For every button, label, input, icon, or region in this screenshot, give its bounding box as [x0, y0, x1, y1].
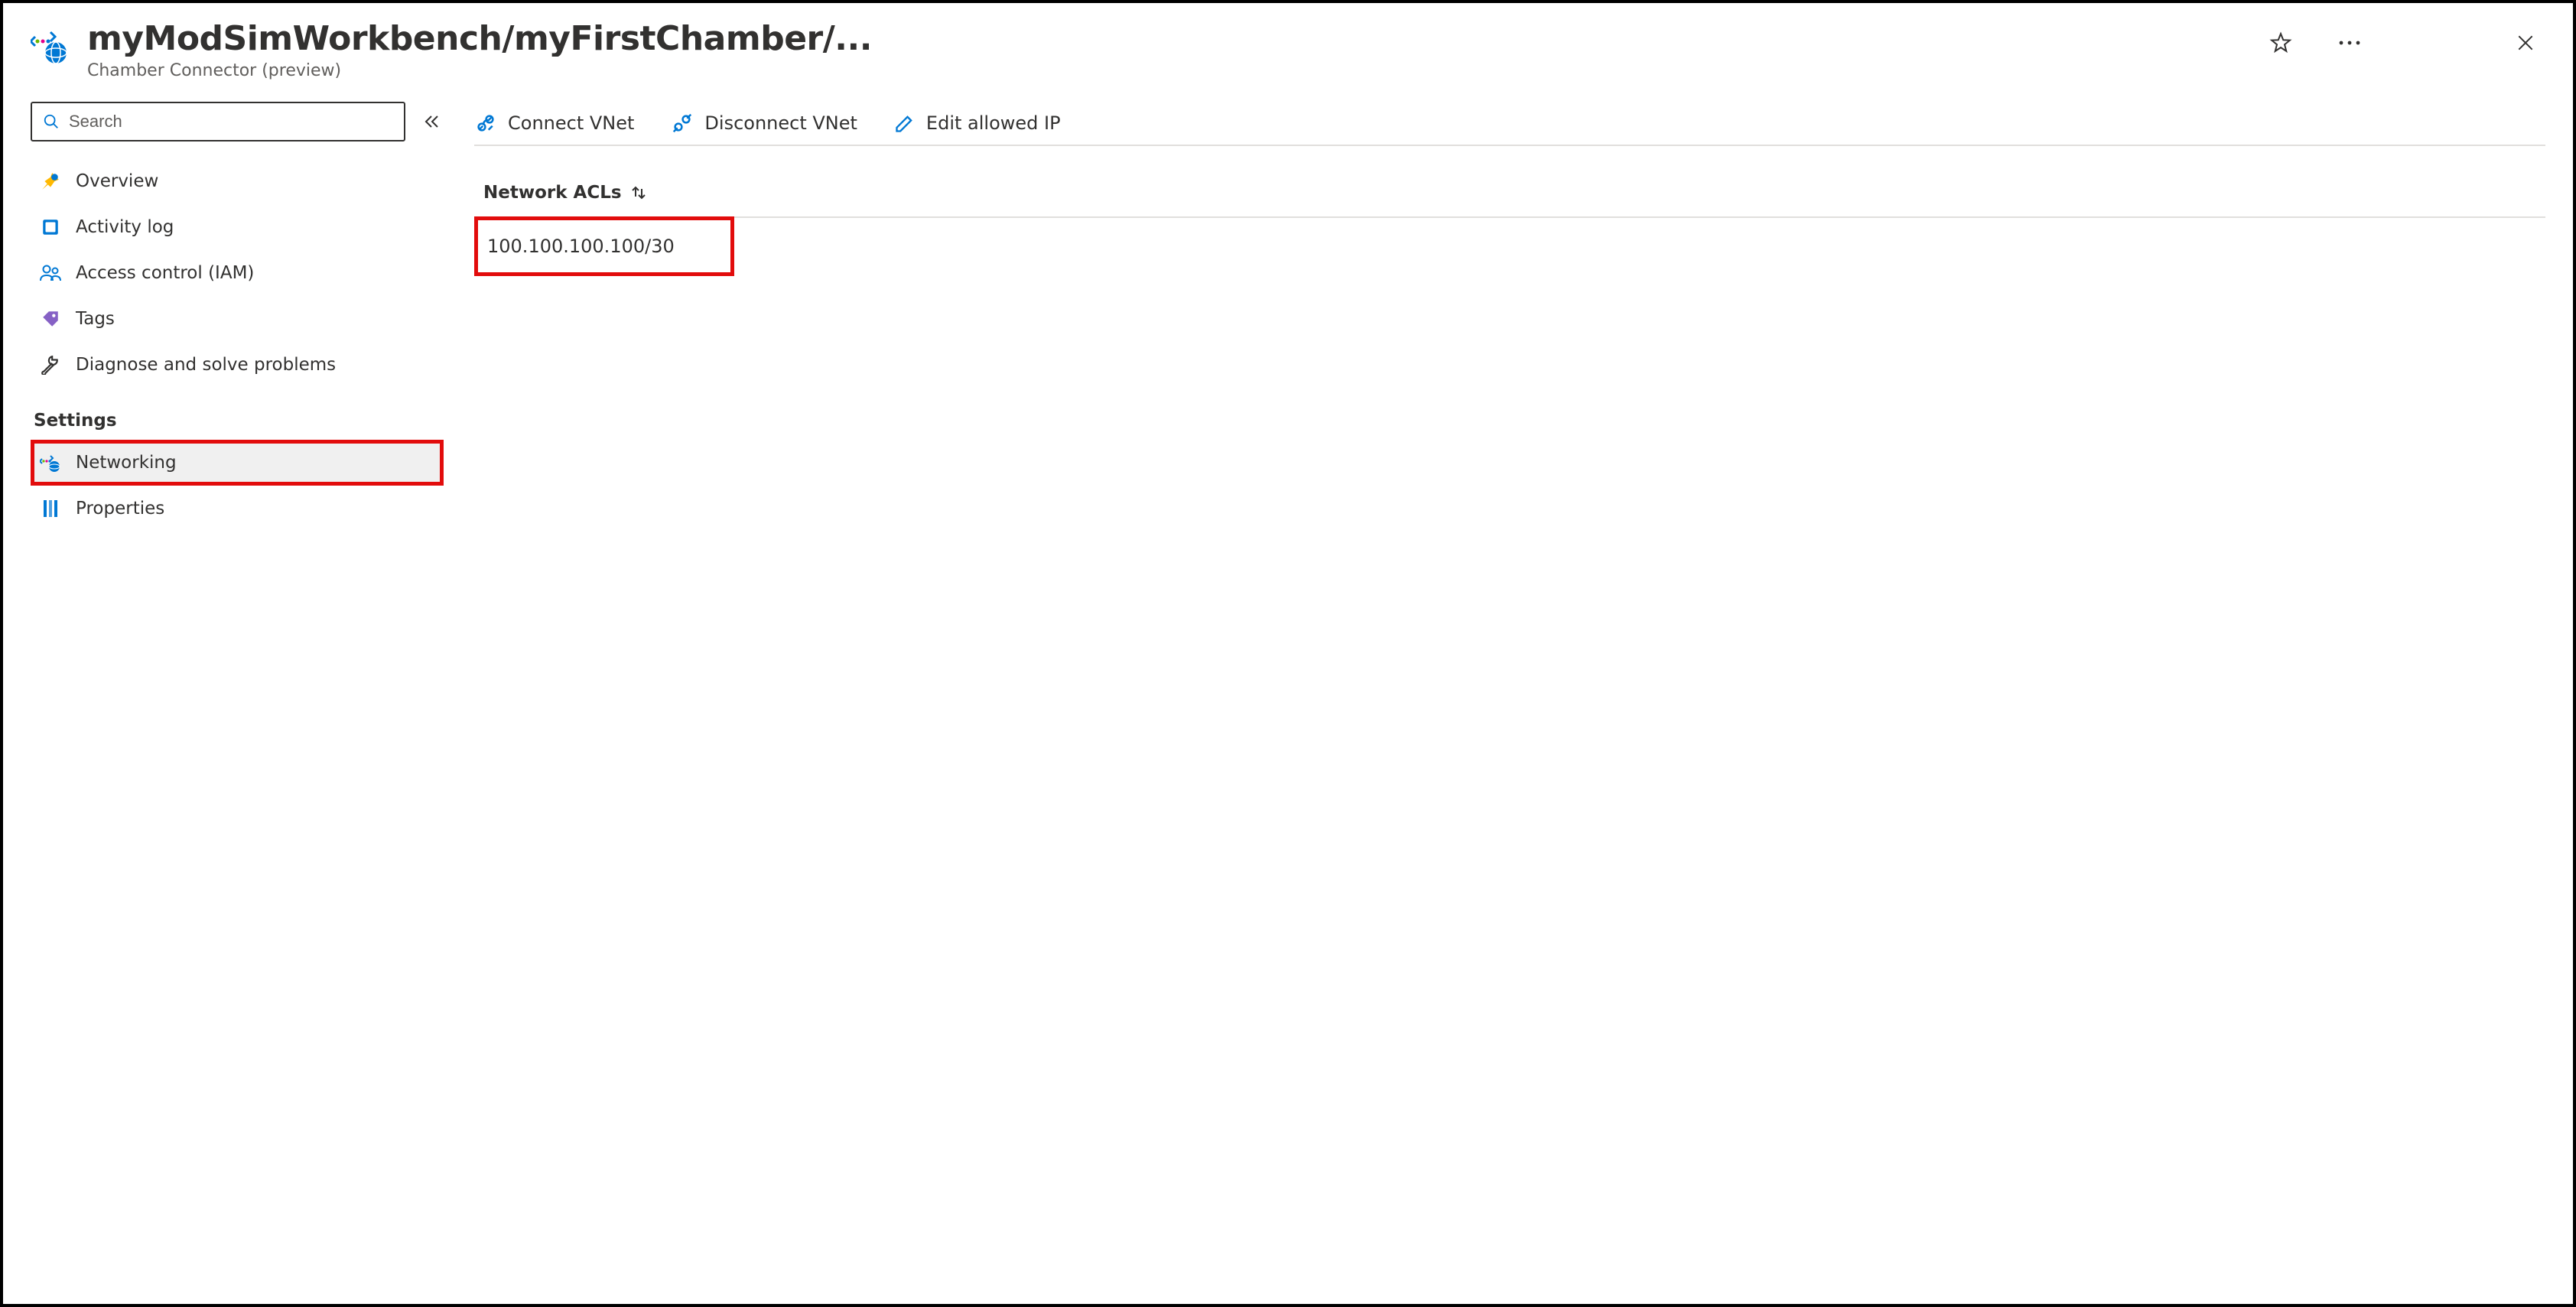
- page-title: myModSimWorkbench/myFirstChamber/...: [87, 21, 2249, 57]
- sidebar-item-overview[interactable]: Overview: [31, 158, 444, 204]
- edit-allowed-ip-button[interactable]: Edit allowed IP: [894, 112, 1061, 134]
- sidebar-item-properties[interactable]: Properties: [31, 486, 444, 532]
- resource-type-icon: [31, 26, 69, 64]
- tag-icon: [39, 307, 62, 330]
- sidebar-item-label: Activity log: [76, 217, 174, 237]
- star-icon: [2269, 31, 2292, 54]
- pencil-icon: [894, 112, 916, 134]
- search-icon: [43, 113, 60, 130]
- sort-icon: [629, 184, 648, 201]
- more-button[interactable]: [2336, 29, 2363, 57]
- search-input[interactable]: [69, 112, 393, 132]
- sidebar-item-access-control[interactable]: Access control (IAM): [31, 250, 444, 296]
- toolbar-label: Disconnect VNet: [704, 112, 857, 134]
- sidebar-item-networking[interactable]: Networking: [31, 440, 444, 486]
- sidebar-item-label: Networking: [76, 453, 177, 473]
- sidebar-item-tags[interactable]: Tags: [31, 296, 444, 342]
- favorite-button[interactable]: [2267, 29, 2295, 57]
- people-icon: [39, 262, 62, 284]
- column-header-label: Network ACLs: [483, 183, 622, 203]
- close-icon: [2516, 33, 2535, 53]
- toolbar-label: Edit allowed IP: [926, 112, 1061, 134]
- plug-connect-icon: [474, 112, 497, 135]
- pin-icon: [39, 170, 62, 193]
- sidebar-item-label: Overview: [76, 171, 158, 191]
- properties-icon: [39, 497, 62, 520]
- search-box[interactable]: [31, 102, 405, 141]
- plug-disconnect-icon: [671, 112, 694, 135]
- table-cell-network-acl: 100.100.100.100/30: [474, 216, 734, 276]
- wrench-icon: [39, 353, 62, 376]
- ellipsis-icon: [2338, 40, 2361, 46]
- toolbar-label: Connect VNet: [508, 112, 634, 134]
- collapse-sidebar-button[interactable]: [421, 110, 444, 133]
- sidebar-item-activity-log[interactable]: Activity log: [31, 204, 444, 250]
- chevron-double-left-icon: [423, 112, 441, 131]
- sidebar-item-label: Access control (IAM): [76, 263, 254, 283]
- sidebar-item-diagnose[interactable]: Diagnose and solve problems: [31, 342, 444, 388]
- activity-log-icon: [39, 216, 62, 239]
- connect-vnet-button[interactable]: Connect VNet: [474, 112, 634, 135]
- sidebar-item-label: Diagnose and solve problems: [76, 355, 336, 375]
- sidebar-group-settings: Settings: [34, 411, 444, 431]
- networking-icon: [39, 451, 62, 474]
- sidebar-item-label: Properties: [76, 499, 164, 519]
- column-header-network-acls[interactable]: Network ACLs: [474, 183, 2545, 218]
- close-button[interactable]: [2512, 29, 2539, 57]
- sidebar-item-label: Tags: [76, 309, 115, 329]
- page-subtitle: Chamber Connector (preview): [87, 61, 2249, 80]
- disconnect-vnet-button[interactable]: Disconnect VNet: [671, 112, 857, 135]
